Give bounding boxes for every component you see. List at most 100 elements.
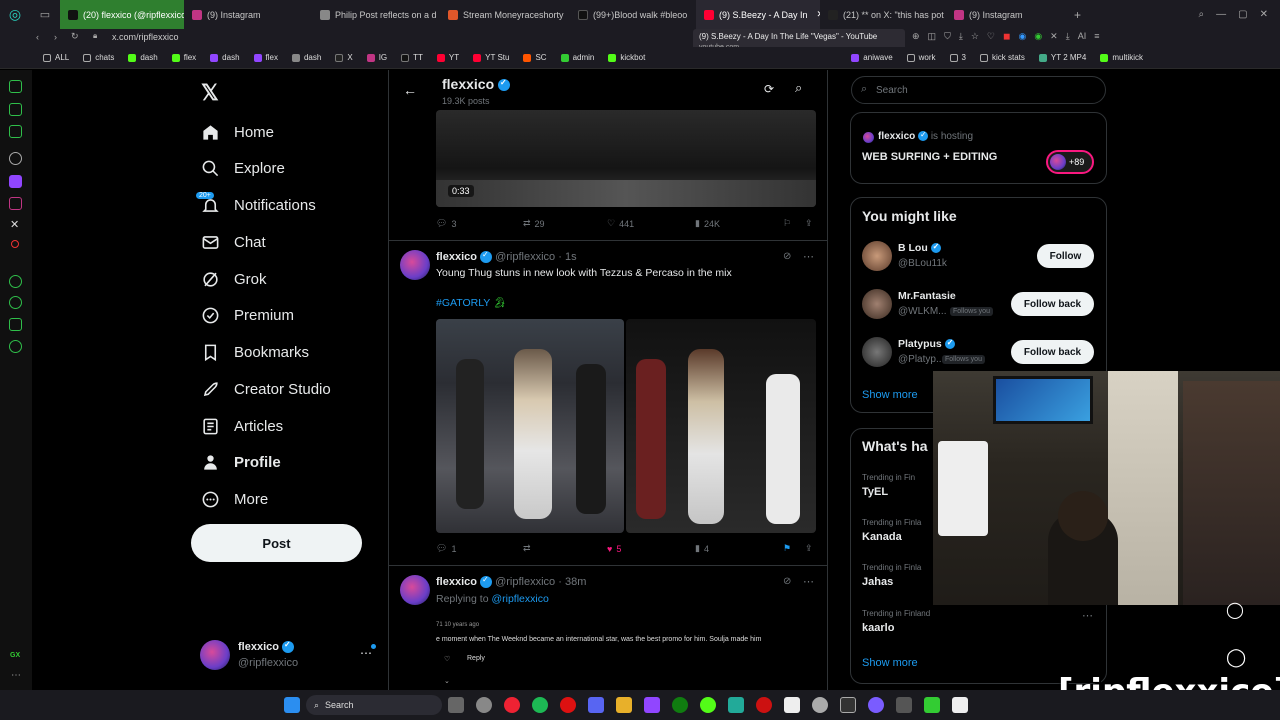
nav-creator-studio[interactable]: Creator Studio [200,379,331,399]
bookmark[interactable]: dash [285,53,328,62]
extension-icon[interactable]: ◼ [1003,31,1010,42]
clock-icon[interactable] [9,296,22,309]
bookmark[interactable]: multikick [1093,53,1150,62]
more-dots-icon[interactable]: ⋯ [803,575,814,588]
search-input[interactable]: ⌕ Search [851,76,1106,104]
tab-3[interactable]: Stream Moneyraceshorty [440,0,570,29]
opera-logo-icon[interactable]: ◎ [0,0,30,29]
quoted-screenshot[interactable]: 71 10 years ago e moment when The Weeknd… [436,617,816,690]
download-icon[interactable]: ⤓ [959,31,963,42]
bookmark-folder[interactable]: chats [76,53,121,62]
app-icon[interactable] [784,697,800,713]
bookmark-icon[interactable]: ☆ [971,31,979,42]
x-icon[interactable]: ✕ [10,218,19,231]
reload-icon[interactable]: ↻ [71,31,79,42]
repost-button[interactable]: ⇄ [523,543,607,554]
sidebar-app-icon[interactable] [9,275,22,288]
bookmark[interactable]: dash [121,53,164,62]
nav-bookmarks[interactable]: Bookmarks [200,342,309,362]
trend-item[interactable]: Trending in Finland kaarlo [862,609,930,634]
new-tab-icon[interactable]: + [1074,8,1081,22]
post-handle[interactable]: @ripflexxico [495,251,555,263]
xbox-icon[interactable] [672,697,688,713]
more-dots-icon[interactable]: ⋯ [803,250,814,263]
bookmark[interactable]: kickbot [601,53,652,62]
nav-home[interactable]: Home [200,122,274,142]
nav-more[interactable]: More [200,489,268,509]
extension-icon[interactable]: ◉ [1018,31,1026,42]
app-icon[interactable] [728,697,744,713]
post-image-left[interactable] [436,319,624,533]
avatar[interactable] [400,575,430,605]
nav-profile[interactable]: Profile [200,452,281,472]
app-icon[interactable] [756,697,772,713]
twitch-icon[interactable] [9,175,22,188]
search-icon[interactable]: ⌕ [795,80,802,96]
app-icon[interactable] [924,697,940,713]
discord-icon[interactable] [588,697,604,713]
bookmark[interactable]: flex [247,53,285,62]
app-icon[interactable] [868,697,884,713]
reply-button[interactable]: 💬︎ 1 [436,543,523,554]
grok-icon[interactable]: ⊘ [783,576,791,587]
app-icon[interactable] [952,697,968,713]
bookmark-icon[interactable]: ⚐ [783,218,805,229]
trend-item[interactable]: Trending in Fin TyEL [862,473,915,498]
menu-icon[interactable]: ≡ [1094,31,1099,42]
chrome-icon[interactable] [504,697,520,713]
follow-button[interactable]: Follow [1037,244,1094,268]
sidebar-app-icon[interactable] [9,125,22,138]
bookmark[interactable]: IG [360,53,394,62]
tab-4[interactable]: (99+)Blood walk #bleoo [570,0,696,29]
forward-icon[interactable]: › [54,32,57,42]
file-explorer-icon[interactable] [616,697,632,713]
spaces-card[interactable]: flexxico is hosting WEB SURFING + EDITIN… [850,112,1107,184]
spotify-icon[interactable] [532,697,548,713]
x-logo-icon[interactable]: 𝕏 [201,80,219,106]
app-icon[interactable] [644,697,660,713]
bookmark[interactable]: YT [430,53,466,62]
trend-item[interactable]: Trending in Finla Kanada [862,518,921,543]
post-handle[interactable]: @ripflexxico [495,576,555,588]
tab-5-active[interactable]: (9) S.Beezy - A Day In✕ [696,0,820,29]
tab-6[interactable]: (21) ** on X: "this has pot [820,0,946,29]
bookmark-folder[interactable]: ALL [36,53,76,62]
nav-premium[interactable]: Premium [200,305,294,325]
taskbar-search[interactable]: ⌕ Search [306,695,442,715]
trend-item[interactable]: Trending in Finla Jahas [862,563,921,588]
nav-grok[interactable]: Grok [200,269,267,289]
show-more-link[interactable]: Show more [862,389,918,401]
search-tabs-icon[interactable]: ⌕ [1199,9,1205,20]
url-field[interactable]: x.com/ripflexxico [112,32,179,42]
bookmark[interactable]: aniwave [844,53,899,62]
bookmark-filled-icon[interactable]: ⚑ [783,543,805,554]
chatgpt-icon[interactable] [812,697,828,713]
more-dots-icon[interactable]: ⋯ [1082,609,1093,622]
settings-icon[interactable] [9,340,22,353]
replying-to-link[interactable]: @ripflexxico [491,593,548,605]
post-time[interactable]: · 1s [558,251,576,263]
views-button[interactable]: ▮ 4 [695,543,783,554]
account-switcher[interactable]: flexxico @ripflexxico ⋯ [200,640,380,672]
post-author[interactable]: flexxico [436,576,477,588]
follow-back-button[interactable]: Follow back [1011,292,1094,316]
bookmark[interactable]: YT Stu [466,53,516,62]
chat-bubble-icon[interactable]: ◯ [1226,647,1246,668]
bookmark[interactable]: kick stats [973,53,1032,62]
x-icon[interactable] [840,697,856,713]
gx-icon[interactable]: GX [10,652,20,659]
repost-button[interactable]: ⇄ 29 [523,218,607,229]
bookmark[interactable]: SC [516,53,553,62]
sidebar-app-icon[interactable] [9,318,22,331]
nav-notifications[interactable]: Notifications [200,195,316,215]
post-hashtag[interactable]: #GATORLY 🐊︎ [436,296,506,309]
download-icon[interactable]: ⤓ [1066,31,1070,42]
opera-icon[interactable] [560,697,576,713]
post-button[interactable]: Post [191,524,362,562]
show-more-link[interactable]: Show more [862,657,918,669]
sidebar-app-icon[interactable] [11,240,19,248]
extension-icon[interactable]: ◉ [1034,31,1042,42]
back-arrow-icon[interactable]: ← [403,82,417,98]
instagram-icon[interactable] [9,197,22,210]
bookmark[interactable]: TT [394,53,430,62]
